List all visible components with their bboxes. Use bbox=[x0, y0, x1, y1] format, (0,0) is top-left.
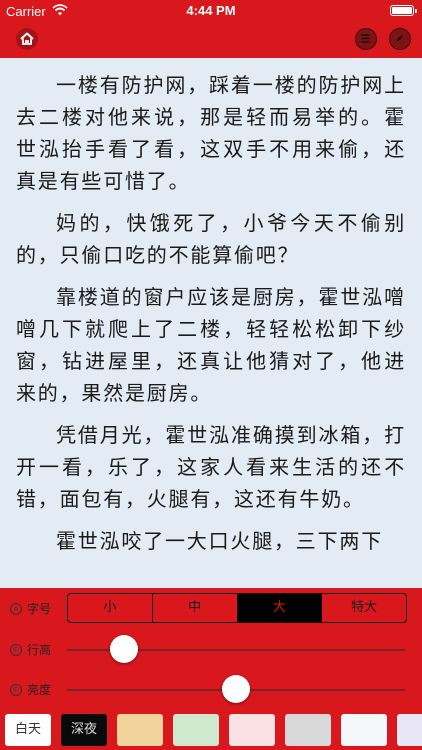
font-size-option-large[interactable]: 大 bbox=[237, 594, 323, 622]
theme-tan-swatch[interactable] bbox=[117, 714, 163, 746]
status-bar: Carrier 4:44 PM bbox=[0, 0, 422, 22]
brightness-slider-thumb[interactable] bbox=[222, 675, 250, 703]
theme-pink-swatch[interactable] bbox=[229, 714, 275, 746]
brightness-icon: © bbox=[10, 684, 22, 696]
theme-white-swatch[interactable] bbox=[341, 714, 387, 746]
compass-button[interactable] bbox=[389, 28, 411, 50]
home-button[interactable] bbox=[16, 28, 38, 50]
status-time: 4:44 PM bbox=[186, 3, 236, 18]
battery-icon bbox=[390, 5, 417, 16]
theme-gray-swatch[interactable] bbox=[285, 714, 331, 746]
list-icon bbox=[361, 34, 370, 43]
home-icon bbox=[20, 32, 34, 45]
font-size-option-small[interactable]: 小 bbox=[68, 594, 153, 622]
paragraph: 一楼有防护网，踩着一楼的防护网上去二楼对他来说，那是轻而易举的。霍世泓抬手看了看… bbox=[16, 73, 406, 193]
paragraph: 靠楼道的窗户应该是厨房，霍世泓噌噌几下就爬上了二楼，轻轻松松卸下纱窗，钻进屋里，… bbox=[16, 285, 406, 405]
theme-swatches: 白天 深夜 bbox=[0, 712, 422, 750]
font-size-label: 字号 bbox=[27, 602, 52, 616]
reading-content: 一楼有防护网，踩着一楼的防护网上去二楼对他来说，那是轻而易举的。霍世泓抬手看了看… bbox=[0, 58, 422, 588]
reading-settings-panel: A 字号 小 中 大 特大 © 行高 © 亮度 白天 深夜 bbox=[0, 588, 422, 750]
font-size-row: A 字号 小 中 大 特大 bbox=[0, 588, 422, 628]
theme-night-button[interactable]: 深夜 bbox=[61, 714, 107, 746]
font-size-option-medium[interactable]: 中 bbox=[153, 594, 238, 622]
line-height-icon: © bbox=[10, 644, 22, 656]
paragraph: 霍世泓咬了一大口火腿，三下两下 bbox=[56, 529, 383, 553]
nav-bar bbox=[0, 22, 422, 58]
theme-day-button[interactable]: 白天 bbox=[5, 714, 51, 746]
font-size-option-xlarge[interactable]: 特大 bbox=[322, 594, 406, 622]
line-height-row: © 行高 bbox=[0, 629, 422, 669]
font-size-segmented-control: 小 中 大 特大 bbox=[67, 593, 407, 623]
paragraph: 凭借月光，霍世泓准确摸到冰箱，打开一看，乐了，这家人看来生活的还不错，面包有，火… bbox=[16, 423, 406, 511]
line-height-label: 行高 bbox=[27, 643, 52, 657]
compass-icon bbox=[396, 35, 403, 42]
brightness-row: © 亮度 bbox=[0, 669, 422, 709]
theme-green-swatch[interactable] bbox=[173, 714, 219, 746]
line-height-slider-thumb[interactable] bbox=[110, 635, 139, 663]
font-size-icon: A bbox=[10, 603, 22, 615]
menu-button[interactable] bbox=[355, 28, 377, 50]
brightness-label: 亮度 bbox=[27, 683, 52, 697]
paragraph: 妈的，快饿死了，小爷今天不偷别的，只偷口吃的不能算偷吧？ bbox=[16, 211, 406, 267]
theme-lavender-swatch[interactable] bbox=[397, 714, 422, 746]
